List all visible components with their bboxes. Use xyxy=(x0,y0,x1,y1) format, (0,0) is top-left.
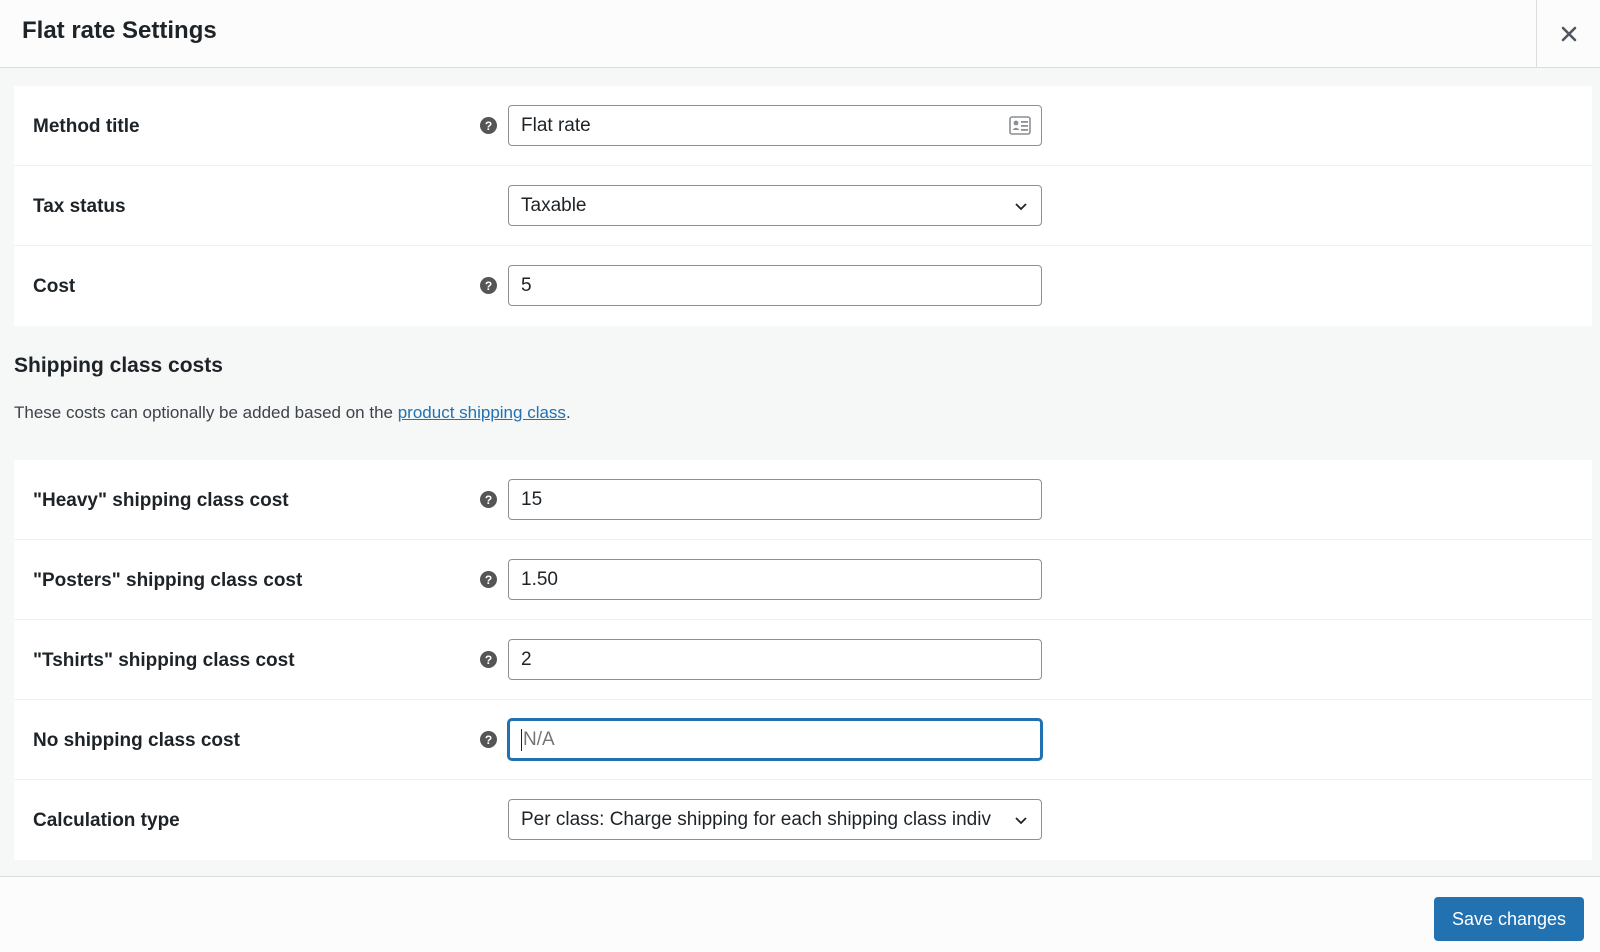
heavy-cost-label: "Heavy" shipping class cost xyxy=(33,490,289,511)
no-class-cost-placeholder: N/A xyxy=(523,728,555,750)
description-suffix: . xyxy=(565,403,571,422)
tax-status-value: Taxable xyxy=(521,194,587,216)
heavy-cost-value: 15 xyxy=(521,488,543,510)
row-cost: Cost ? 5 xyxy=(14,246,1592,326)
modal-footer: Save changes xyxy=(0,876,1600,952)
chevron-down-icon xyxy=(1015,202,1027,210)
posters-cost-value: 1.50 xyxy=(521,568,558,590)
modal-title: Flat rate Settings xyxy=(22,17,217,44)
row-calculation-type: Calculation type Per class: Charge shipp… xyxy=(14,780,1592,860)
row-tax-status: Tax status Taxable xyxy=(14,166,1592,246)
modal-header: Flat rate Settings xyxy=(0,0,1600,68)
method-title-label: Method title xyxy=(33,116,140,137)
row-no-class-cost: No shipping class cost ? N/A xyxy=(14,700,1592,780)
calculation-type-value: Per class: Charge shipping for each ship… xyxy=(521,808,991,830)
no-class-cost-input[interactable]: N/A xyxy=(508,719,1042,760)
posters-cost-label: "Posters" shipping class cost xyxy=(33,570,303,591)
cost-input[interactable]: 5 xyxy=(508,265,1042,306)
heavy-cost-input[interactable]: 15 xyxy=(508,479,1042,520)
help-icon[interactable]: ? xyxy=(480,117,497,134)
tax-status-select[interactable]: Taxable xyxy=(508,185,1042,226)
tshirts-cost-label: "Tshirts" shipping class cost xyxy=(33,650,295,671)
shipping-class-costs-description: These costs can optionally be added base… xyxy=(14,403,571,423)
product-shipping-class-link[interactable]: product shipping class xyxy=(398,403,566,422)
chevron-down-icon xyxy=(1015,816,1027,824)
help-icon[interactable]: ? xyxy=(480,731,497,748)
tax-status-label: Tax status xyxy=(33,196,126,217)
row-method-title: Method title ? Flat rate xyxy=(14,86,1592,166)
save-changes-button[interactable]: Save changes xyxy=(1434,897,1584,941)
help-icon[interactable]: ? xyxy=(480,277,497,294)
row-heavy-cost: "Heavy" shipping class cost ? 15 xyxy=(14,460,1592,540)
row-tshirts-cost: "Tshirts" shipping class cost ? 2 xyxy=(14,620,1592,700)
close-button[interactable] xyxy=(1536,0,1600,67)
calculation-type-select[interactable]: Per class: Charge shipping for each ship… xyxy=(508,799,1042,840)
method-title-input[interactable]: Flat rate xyxy=(508,105,1042,146)
contact-card-icon[interactable] xyxy=(1009,116,1031,135)
tshirts-cost-input[interactable]: 2 xyxy=(508,639,1042,680)
help-icon[interactable]: ? xyxy=(480,571,497,588)
shipping-class-panel: "Heavy" shipping class cost ? 15 "Poster… xyxy=(14,460,1592,860)
help-icon[interactable]: ? xyxy=(480,651,497,668)
general-settings-panel: Method title ? Flat rate Tax status Taxa… xyxy=(14,86,1592,326)
calculation-type-label: Calculation type xyxy=(33,810,180,831)
modal-body: Method title ? Flat rate Tax status Taxa… xyxy=(0,68,1600,876)
no-class-cost-label: No shipping class cost xyxy=(33,730,240,751)
method-title-value: Flat rate xyxy=(521,114,591,136)
tshirts-cost-value: 2 xyxy=(521,648,532,670)
description-text: These costs can optionally be added base… xyxy=(14,403,398,422)
row-posters-cost: "Posters" shipping class cost ? 1.50 xyxy=(14,540,1592,620)
shipping-class-costs-heading: Shipping class costs xyxy=(14,354,223,377)
posters-cost-input[interactable]: 1.50 xyxy=(508,559,1042,600)
cost-label: Cost xyxy=(33,276,76,297)
help-icon[interactable]: ? xyxy=(480,491,497,508)
close-icon xyxy=(1561,26,1576,41)
cost-value: 5 xyxy=(521,274,532,296)
text-caret xyxy=(521,728,522,751)
